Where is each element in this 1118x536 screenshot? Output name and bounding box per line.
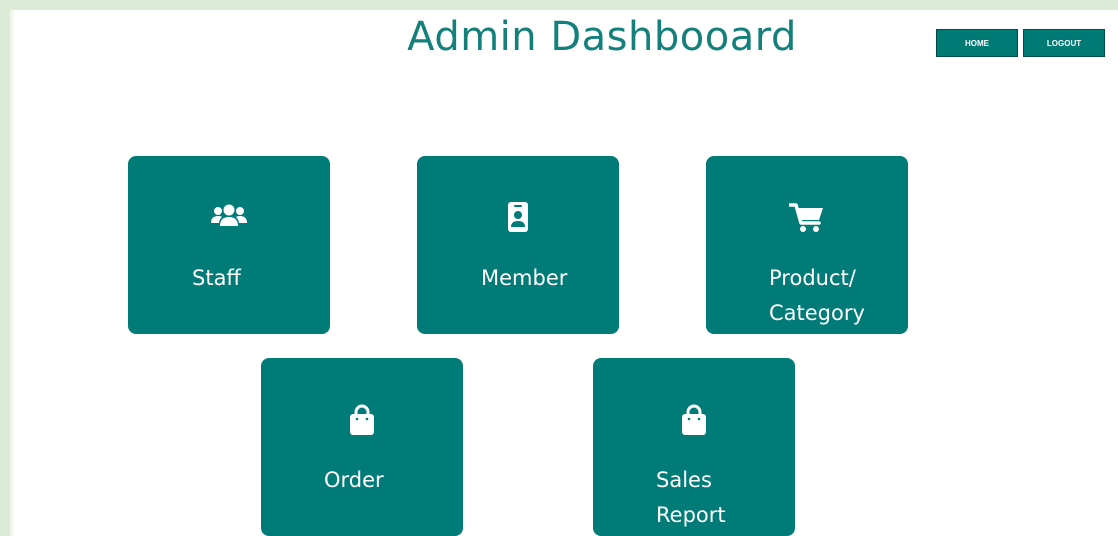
staff-tile[interactable]: Staff bbox=[128, 156, 330, 334]
staff-tile-label: Staff bbox=[192, 266, 241, 290]
id-badge-icon bbox=[417, 202, 619, 232]
shopping-cart-icon bbox=[706, 202, 908, 232]
frame-left-border bbox=[0, 0, 10, 536]
shopping-bag-icon bbox=[261, 404, 463, 435]
frame-left-inner-border bbox=[10, 10, 13, 536]
order-tile-label: Order bbox=[324, 468, 384, 492]
home-button[interactable]: HOME bbox=[936, 29, 1018, 57]
users-icon bbox=[128, 202, 330, 232]
member-tile-label: Member bbox=[481, 266, 568, 290]
page-title: Admin Dashbooard bbox=[407, 14, 797, 60]
frame-top-border bbox=[0, 0, 1118, 10]
sales-report-tile[interactable]: Sales Report bbox=[593, 358, 795, 536]
sales-report-tile-label: Sales Report bbox=[656, 468, 726, 527]
product-category-tile[interactable]: Product/ Category bbox=[706, 156, 908, 334]
shopping-bag-icon bbox=[593, 404, 795, 435]
product-category-tile-label: Product/ Category bbox=[769, 266, 865, 325]
order-tile[interactable]: Order bbox=[261, 358, 463, 536]
logout-button[interactable]: LOGOUT bbox=[1023, 29, 1105, 57]
member-tile[interactable]: Member bbox=[417, 156, 619, 334]
